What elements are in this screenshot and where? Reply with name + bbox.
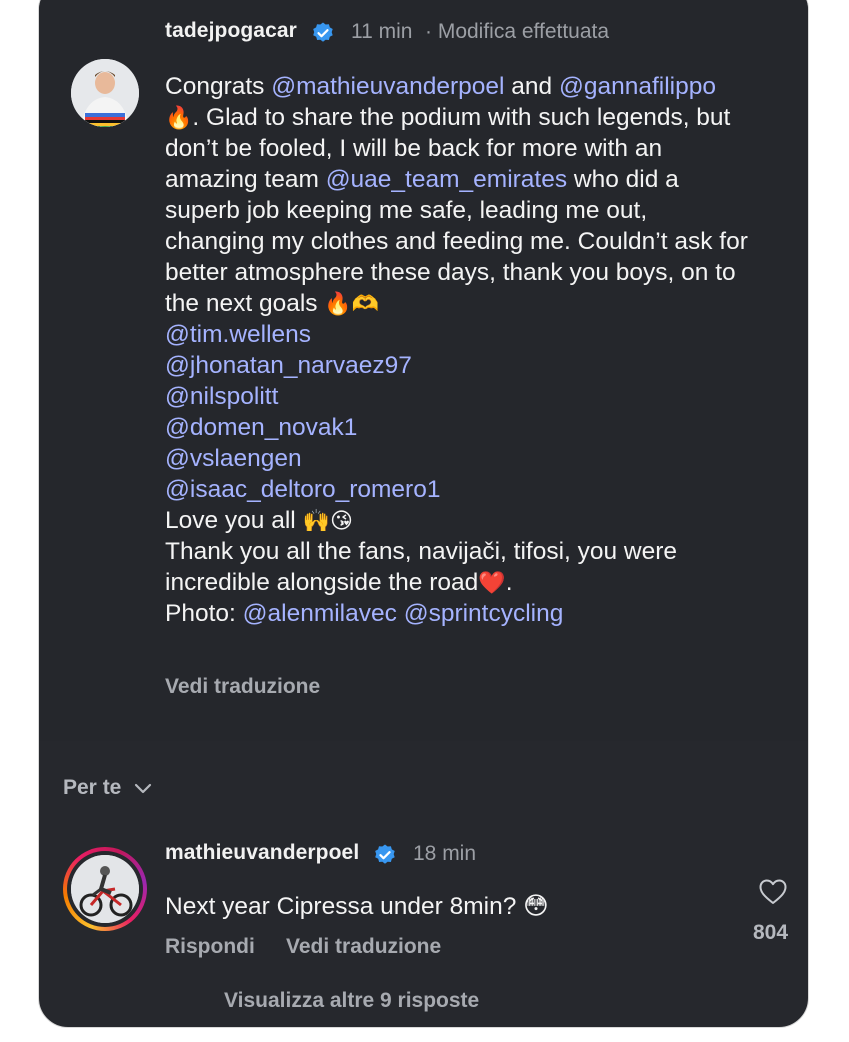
caption-text: Photo:: [165, 600, 243, 627]
post-edited-label: · Modifica effettuata: [425, 20, 610, 43]
comments-sheet: tadejpogacar 11 min · Modifica effettuat…: [38, 0, 809, 1028]
caption-text: and: [504, 73, 559, 100]
caption-text: the next goals: [165, 290, 325, 317]
mention-link[interactable]: @isaac_deltoro_romero1: [165, 476, 440, 503]
caption-line: Love you all 🙌😘: [165, 505, 805, 536]
emoji: 🔥🫶: [324, 291, 380, 316]
caption-line: Photo: @alenmilavec @sprintcycling: [165, 598, 805, 629]
emoji: 🙌😘: [302, 508, 353, 533]
mention-link[interactable]: @vslaengen: [165, 445, 302, 472]
reply-button[interactable]: Rispondi: [165, 935, 255, 959]
caption-line: @nilspolitt: [165, 381, 805, 412]
mention-link[interactable]: @alenmilavec: [243, 600, 397, 627]
mention-link[interactable]: @nilspolitt: [165, 383, 278, 410]
comment-text: Next year Cipressa under 8min? 😳: [165, 893, 549, 920]
emoji: 🔥: [165, 105, 193, 130]
caption-line: incredible alongside the road❤️.: [165, 567, 805, 598]
caption-text: changing my clothes and feeding me. Coul…: [165, 228, 748, 255]
caption-line: Congrats @mathieuvanderpoel and @gannafi…: [165, 71, 805, 102]
caption-text: [397, 600, 404, 627]
post-body-text: Congrats @mathieuvanderpoel and @gannafi…: [165, 71, 805, 629]
caption-line: 🔥. Glad to share the podium with such le…: [165, 102, 805, 133]
mention-link[interactable]: @mathieuvanderpoel: [271, 73, 504, 100]
caption-text: amazing team: [165, 166, 326, 193]
mention-link[interactable]: @domen_novak1: [165, 414, 357, 441]
comment-translate-link[interactable]: Vedi traduzione: [286, 935, 441, 959]
caption-text: Congrats: [165, 73, 272, 100]
caption-text: Thank you all the fans, navijači, tifosi…: [165, 538, 678, 565]
sort-filter-label: Per te: [63, 776, 122, 799]
caption-text: who did a: [567, 166, 679, 193]
comment-author-username[interactable]: mathieuvanderpoel: [165, 841, 359, 865]
caption-text: Love you all: [165, 507, 303, 534]
mention-link[interactable]: @jhonatan_narvaez97: [165, 352, 412, 379]
mention-link[interactable]: @gannafilippo: [559, 73, 716, 100]
emoji: ❤️: [478, 570, 506, 595]
commenter-avatar[interactable]: [63, 847, 147, 931]
mention-link[interactable]: @uae_team_emirates: [326, 166, 567, 193]
post-author-username[interactable]: tadejpogacar: [165, 19, 297, 43]
caption-line: @tim.wellens: [165, 319, 805, 350]
comment-time: 18 min: [413, 842, 477, 865]
sort-filter-dropdown[interactable]: Per te: [63, 776, 153, 800]
caption-text: better atmosphere these days, thank you …: [165, 259, 736, 286]
caption-line: changing my clothes and feeding me. Coul…: [165, 226, 805, 257]
post-translate-link[interactable]: Vedi traduzione: [165, 675, 320, 699]
caption-line: the next goals 🔥🫶: [165, 288, 805, 319]
caption-line: @vslaengen: [165, 443, 805, 474]
post-time: 11 min: [351, 20, 413, 43]
like-count: 804: [753, 921, 789, 944]
caption-line: better atmosphere these days, thank you …: [165, 257, 805, 288]
verified-badge-icon: [375, 844, 395, 864]
caption-line: @isaac_deltoro_romero1: [165, 474, 805, 505]
caption-text: . Glad to share the podium with such leg…: [192, 104, 731, 131]
caption-text: .: [505, 569, 513, 596]
chevron-down-icon: [135, 784, 152, 794]
caption-text: superb job keeping me safe, leading me o…: [165, 197, 648, 224]
heart-icon[interactable]: [758, 877, 788, 907]
caption-line: amazing team @uae_team_emirates who did …: [165, 164, 805, 195]
caption-line: superb job keeping me safe, leading me o…: [165, 195, 805, 226]
caption-line: don’t be fooled, I will be back for more…: [165, 133, 805, 164]
caption-line: @domen_novak1: [165, 412, 805, 443]
commenter-avatar-image: [71, 855, 139, 923]
mention-link[interactable]: @tim.wellens: [165, 321, 311, 348]
mention-link[interactable]: @sprintcycling: [404, 600, 564, 627]
caption-text: don’t be fooled, I will be back for more…: [165, 135, 663, 162]
caption-text: incredible alongside the road: [165, 569, 479, 596]
caption-line: @jhonatan_narvaez97: [165, 350, 805, 381]
verified-badge-icon: [313, 22, 333, 42]
view-more-replies-button[interactable]: Visualizza altre 9 risposte: [224, 989, 479, 1013]
author-avatar[interactable]: [71, 59, 139, 127]
caption-line: Thank you all the fans, navijači, tifosi…: [165, 536, 805, 567]
